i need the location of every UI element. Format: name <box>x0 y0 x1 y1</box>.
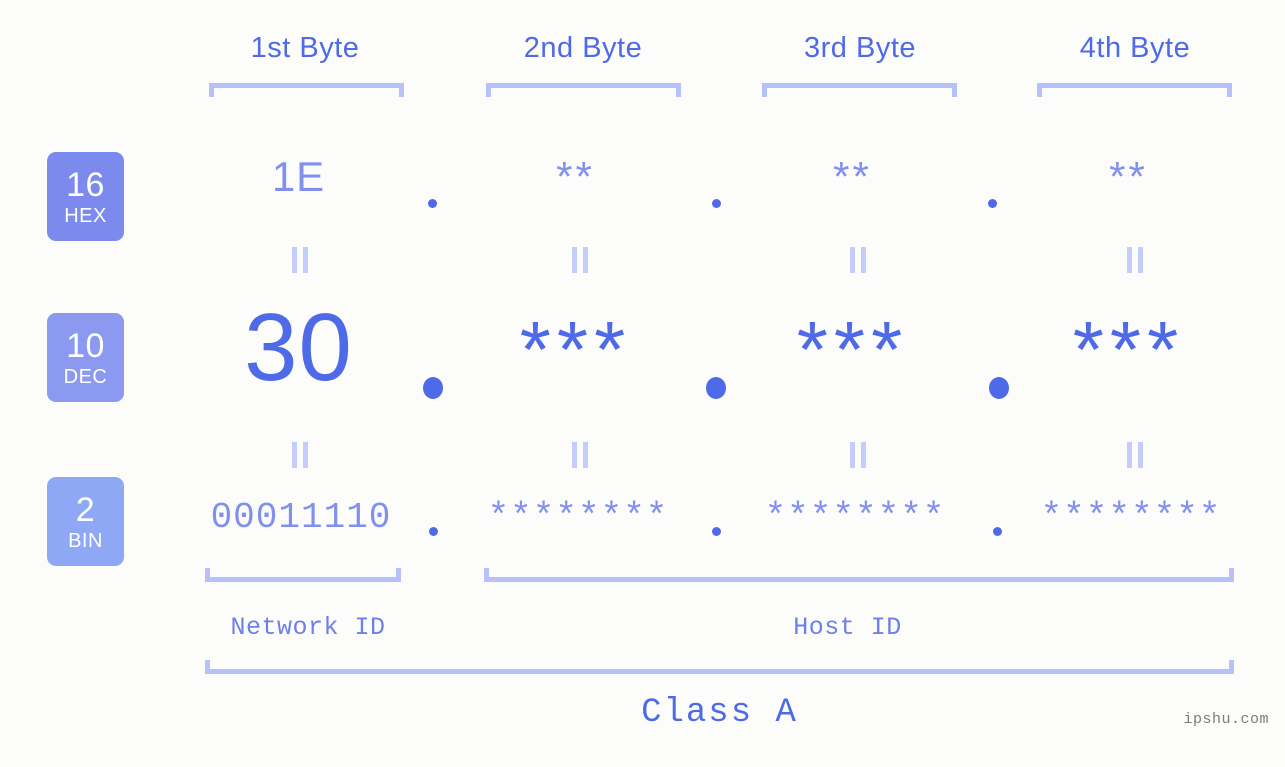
bin-byte-value-1: 00011110 <box>210 497 392 538</box>
base-badge-hex: 16 HEX <box>47 152 124 241</box>
byte-header-3: 3rd Byte <box>804 32 916 64</box>
base-badge-dec-name: DEC <box>63 365 108 388</box>
equals-mark-hex-dec-3 <box>847 247 869 273</box>
class-bracket <box>205 660 1234 674</box>
hex-separator-dot-1 <box>428 199 437 208</box>
base-badge-hex-number: 16 <box>66 165 105 204</box>
equals-mark-dec-bin-4 <box>1124 442 1146 468</box>
base-badge-dec: 10 DEC <box>47 313 124 402</box>
bin-byte-value-3: ******** <box>764 497 946 538</box>
bin-byte-value-2: ******** <box>487 497 669 538</box>
base-badge-dec-number: 10 <box>66 326 105 365</box>
byte-header-4: 4th Byte <box>1079 32 1191 64</box>
hex-byte-value-2: ** <box>556 153 595 200</box>
equals-mark-hex-dec-2 <box>569 247 591 273</box>
equals-mark-hex-dec-1 <box>289 247 311 273</box>
base-badge-hex-name: HEX <box>64 204 107 227</box>
byte-bracket-top-3 <box>762 83 957 97</box>
byte-header-1: 1st Byte <box>250 32 360 64</box>
dec-separator-dot-2 <box>706 377 726 399</box>
bin-separator-dot-2 <box>712 527 721 536</box>
bin-byte-value-4: ******** <box>1040 497 1222 538</box>
bin-separator-dot-1 <box>429 527 438 536</box>
hex-byte-value-4: ** <box>1109 153 1148 200</box>
dec-byte-value-2: *** <box>519 305 632 394</box>
base-badge-bin-number: 2 <box>75 490 96 529</box>
byte-header-2: 2nd Byte <box>523 32 643 64</box>
hex-byte-value-1: 1E <box>271 153 326 200</box>
dec-byte-value-1: 30 <box>244 294 353 401</box>
watermark: ipshu.com <box>1183 711 1269 728</box>
class-label: Class A <box>641 694 798 732</box>
base-badge-bin-name: BIN <box>68 529 103 552</box>
host-id-bracket <box>484 568 1234 582</box>
dec-byte-value-3: *** <box>796 305 909 394</box>
network-id-label: Network ID <box>230 613 386 642</box>
byte-bracket-top-2 <box>486 83 681 97</box>
hex-byte-value-3: ** <box>833 153 872 200</box>
dec-byte-value-4: *** <box>1072 305 1185 394</box>
equals-mark-dec-bin-1 <box>289 442 311 468</box>
byte-bracket-top-1 <box>209 83 404 97</box>
base-badge-bin: 2 BIN <box>47 477 124 566</box>
host-id-label: Host ID <box>793 613 902 642</box>
ip-address-breakdown-diagram: 1st Byte 2nd Byte 3rd Byte 4th Byte 16 H… <box>0 0 1285 767</box>
network-id-bracket <box>205 568 401 582</box>
byte-bracket-top-4 <box>1037 83 1232 97</box>
dec-separator-dot-1 <box>423 377 443 399</box>
dec-separator-dot-3 <box>989 377 1009 399</box>
equals-mark-hex-dec-4 <box>1124 247 1146 273</box>
hex-separator-dot-2 <box>712 199 721 208</box>
hex-separator-dot-3 <box>988 199 997 208</box>
bin-separator-dot-3 <box>993 527 1002 536</box>
equals-mark-dec-bin-2 <box>569 442 591 468</box>
equals-mark-dec-bin-3 <box>847 442 869 468</box>
